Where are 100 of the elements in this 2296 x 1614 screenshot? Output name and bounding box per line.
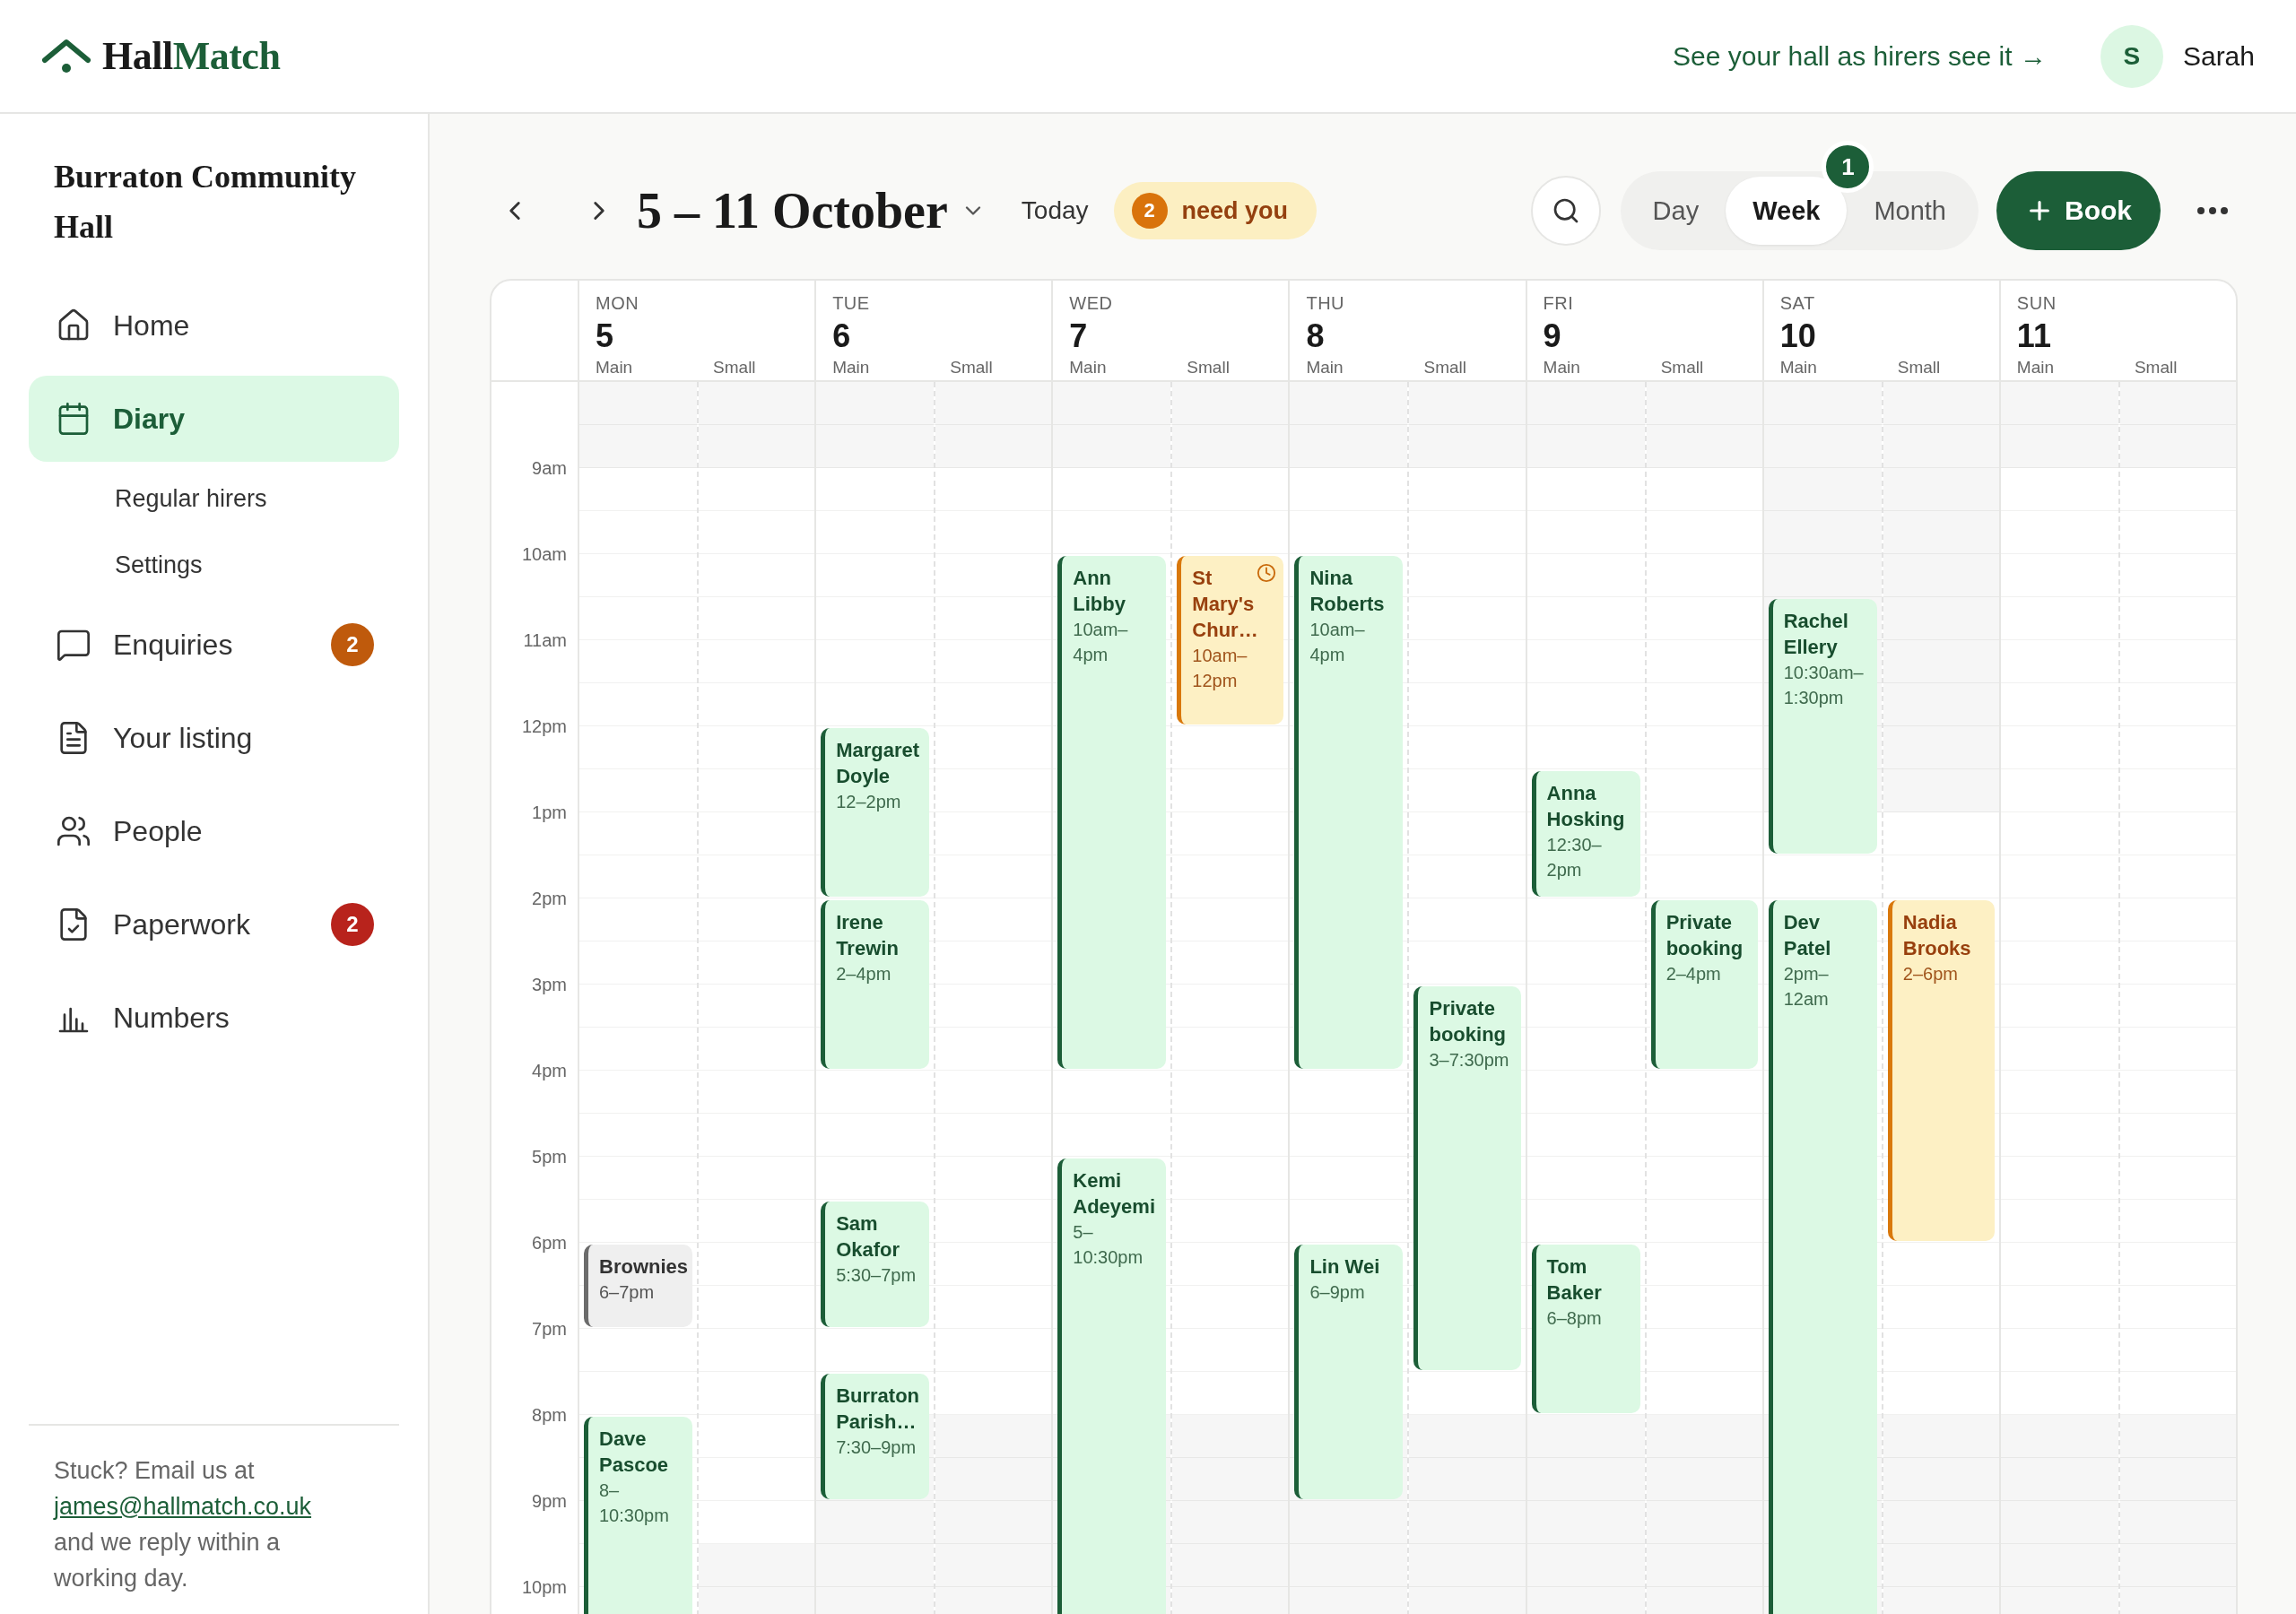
booking-block[interactable]: Margaret Doyle 12–2pm	[821, 728, 930, 897]
booking-time: 10am–4pm	[1309, 619, 1366, 666]
room-label: Main	[831, 358, 871, 379]
booking-time: 10am–4pm	[1073, 619, 1129, 666]
day-number: 6	[831, 316, 852, 356]
booking-name: Margaret Doyle	[836, 738, 921, 789]
nav-item[interactable]: Numbers	[29, 975, 399, 1061]
nav-item[interactable]: Your listing	[29, 695, 399, 781]
booking-block[interactable]: Burraton Parish… 7:30–9pm	[821, 1374, 930, 1499]
booking-time: 10:30am–1:30pm	[1783, 662, 1865, 709]
logo-icon	[41, 38, 91, 74]
booking-name: Nadia Brooks	[1902, 910, 1972, 961]
booking-block[interactable]: Dave Pascoe 8–10:30pm	[584, 1417, 693, 1614]
time-label: 10am	[521, 543, 567, 565]
time-label: 3pm	[532, 974, 567, 995]
booking-block[interactable]: St Mary's Chur… 10am–12pm	[1177, 556, 1284, 725]
booking-name: Ann Libby	[1073, 566, 1126, 617]
time-label: 8pm	[532, 1404, 567, 1426]
nav-item[interactable]: Home	[29, 282, 399, 369]
book-button[interactable]: Book	[1996, 171, 2161, 250]
time-label: 5pm	[532, 1146, 567, 1167]
booking-name: Tom Baker	[1546, 1254, 1603, 1306]
booking-block[interactable]: Private booking 3–7:30pm	[1413, 986, 1521, 1370]
nav-subitem[interactable]: Regular hirers	[29, 469, 399, 528]
day-number: 10	[1779, 316, 1817, 356]
room-label: Main	[1779, 358, 1818, 379]
weekday-label: MON	[595, 293, 640, 315]
time-label: 1pm	[532, 802, 567, 823]
time-label: 10pm	[521, 1576, 567, 1598]
nav-item[interactable]: Diary	[29, 376, 399, 462]
booking-time: 2pm–12am	[1783, 963, 1830, 1011]
booking-block[interactable]: Irene Trewin 2–4pm	[821, 900, 930, 1069]
date-range-picker[interactable]: 5 – 11 October	[637, 182, 986, 239]
weekday-label: SAT	[1779, 293, 1816, 315]
view-tab[interactable]: Week	[1726, 177, 1848, 245]
booking-block[interactable]: Private booking 2–4pm	[1650, 900, 1758, 1069]
booking-time: 10am–12pm	[1192, 645, 1248, 692]
booking-name: Irene Trewin	[836, 910, 900, 961]
booking-name: Nina Roberts	[1309, 566, 1386, 617]
count-badge: 2	[331, 903, 374, 946]
weekday-label: SUN	[2015, 293, 2057, 315]
nav-item[interactable]: People	[29, 788, 399, 874]
hall-name: Burraton Community Hall	[53, 158, 357, 247]
booking-time: 2–6pm	[1902, 963, 1959, 985]
booking-name: Burraton Parish…	[836, 1384, 921, 1435]
room-label: Main	[1068, 358, 1108, 379]
booking-name: Brownies	[599, 1254, 688, 1280]
room-label: Main	[595, 358, 634, 379]
booking-time: 12:30–2pm	[1546, 834, 1603, 881]
booking-block[interactable]: Lin Wei 6–9pm	[1294, 1245, 1404, 1499]
booking-time: 2–4pm	[836, 963, 892, 985]
today-button[interactable]: Today	[1015, 195, 1094, 226]
preview-link[interactable]: See your hall as hirers see it →	[1673, 40, 2047, 72]
time-label: 9am	[532, 457, 567, 479]
weekday-label: THU	[1305, 293, 1346, 315]
day-number: 8	[1305, 316, 1326, 356]
more-icon	[2197, 207, 2228, 214]
booking-block[interactable]: Rachel Ellery 10:30am–1:30pm	[1768, 599, 1877, 854]
room-label: Main	[1305, 358, 1344, 379]
weekday-label: TUE	[831, 293, 871, 315]
room-label: Small	[2133, 358, 2179, 379]
booking-name: Rachel Ellery	[1783, 609, 1849, 660]
count-badge: 1	[1822, 141, 1874, 193]
time-label: 2pm	[532, 888, 567, 909]
view-tab[interactable]: Day	[1625, 177, 1726, 245]
room-label: Main	[2015, 358, 2056, 379]
booking-name: Dave Pascoe	[599, 1427, 670, 1478]
day-number: 7	[1068, 316, 1089, 356]
booking-name: St Mary's Chur…	[1192, 566, 1257, 643]
booking-block[interactable]: Nadia Brooks 2–6pm	[1887, 900, 1995, 1241]
logo-text[interactable]: HallMatch	[102, 33, 281, 79]
attention-button[interactable]: 2 need you	[1113, 182, 1318, 239]
nav-subitem[interactable]: Settings	[29, 535, 399, 594]
avatar[interactable]: S	[2100, 24, 2163, 88]
booking-block[interactable]: Ann Libby 10am–4pm	[1057, 556, 1167, 1069]
booking-block[interactable]: Nina Roberts 10am–4pm	[1294, 556, 1404, 1069]
nav-item[interactable]: Paperwork 2	[29, 881, 399, 968]
count-badge: 2	[1131, 193, 1168, 229]
email-link[interactable]: james@hallmatch.co.uk	[54, 1493, 312, 1520]
booking-block[interactable]: Kemi Adeyemi 5–10:30pm	[1057, 1158, 1167, 1614]
nav-item[interactable]: Enquiries 2	[29, 602, 399, 688]
room-label: Small	[1896, 358, 1942, 379]
booking-block[interactable]: Sam Okafor 5:30–7pm	[821, 1202, 930, 1327]
booking-block[interactable]: Tom Baker 6–8pm	[1531, 1245, 1640, 1413]
booking-time: 5:30–7pm	[836, 1264, 918, 1287]
booking-block[interactable]: Dev Patel 2pm–12am	[1768, 900, 1877, 1614]
booking-time: 5–10:30pm	[1073, 1221, 1144, 1269]
room-label: Small	[949, 358, 994, 379]
time-label: 6pm	[532, 1232, 567, 1254]
room-label: Small	[1422, 358, 1467, 379]
booking-time: 12–2pm	[836, 791, 902, 813]
booking-name: Dev Patel	[1783, 910, 1832, 961]
day-number: 11	[2015, 316, 2052, 356]
room-label: Small	[1659, 358, 1705, 379]
booking-block[interactable]: Brownies 6–7pm	[584, 1245, 693, 1327]
time-label: 4pm	[532, 1060, 567, 1081]
weekday-label: WED	[1068, 293, 1114, 315]
booking-time: 8–10:30pm	[599, 1480, 670, 1527]
booking-time: 7:30–9pm	[836, 1436, 918, 1459]
booking-block[interactable]: Anna Hosking 12:30–2pm	[1531, 771, 1640, 897]
